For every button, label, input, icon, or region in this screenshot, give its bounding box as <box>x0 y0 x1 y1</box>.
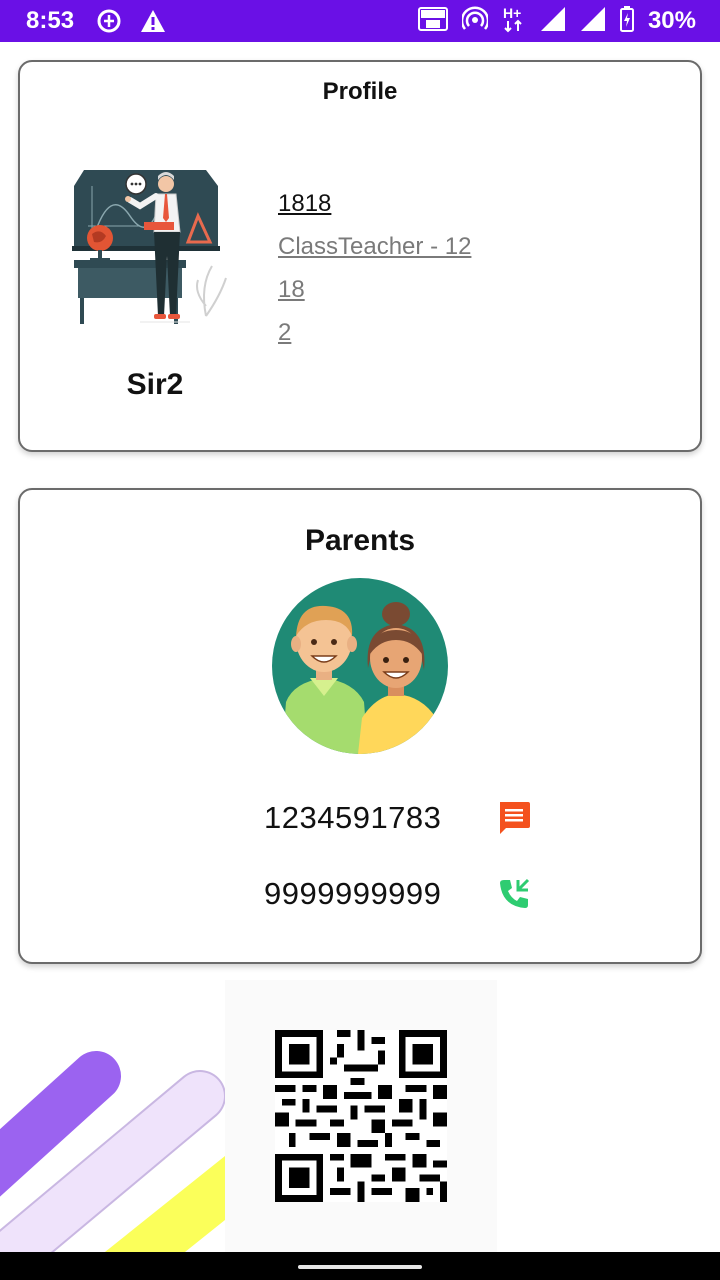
qr-code[interactable] <box>275 1030 447 1202</box>
hotspot-icon <box>460 5 490 37</box>
parents-avatar <box>272 578 448 754</box>
volte-icon <box>417 6 448 36</box>
teacher-name: Sir2 <box>126 368 184 401</box>
warning-icon <box>140 9 166 33</box>
message-icon[interactable] <box>494 798 534 838</box>
teacher-info-link[interactable]: 2 <box>278 311 471 354</box>
teacher-id-link[interactable]: 1818 <box>278 182 471 225</box>
profile-title: Profile <box>322 78 398 105</box>
profile-card: Profile Sir2 1818 ClassTeacher - 12 18 2 <box>18 60 702 452</box>
home-gesture-handle[interactable] <box>298 1265 422 1269</box>
status-bar: 8:53 H+ 30% <box>0 0 720 42</box>
parents-title: Parents <box>304 524 416 557</box>
decorative-stripes <box>0 980 225 1252</box>
signal-icon <box>580 6 606 37</box>
teacher-illustration <box>72 170 227 324</box>
parent-phone-number: 1234591783 <box>264 800 442 835</box>
signal-icon <box>540 6 566 37</box>
hplus-icon: H+ <box>502 5 526 38</box>
battery-percent: 30% <box>647 7 696 34</box>
profile-info-list: 1818 ClassTeacher - 12 18 2 <box>278 182 471 354</box>
parent-phone-row: 9999999999 <box>264 874 534 914</box>
navigation-bar <box>0 1252 720 1280</box>
teacher-info-link[interactable]: 18 <box>278 268 471 311</box>
status-time: 8:53 <box>26 7 75 34</box>
call-icon[interactable] <box>494 874 534 914</box>
parents-card: Parents 1234591783 9999999999 <box>18 488 702 964</box>
qr-panel <box>225 980 497 1252</box>
battery-icon <box>619 5 634 37</box>
svg-text:H+: H+ <box>503 5 521 21</box>
parent-phone-row: 1234591783 <box>264 798 534 838</box>
teacher-role-link[interactable]: ClassTeacher - 12 <box>278 225 471 268</box>
data-saver-icon <box>96 8 122 34</box>
parent-phone-number: 9999999999 <box>264 876 442 911</box>
